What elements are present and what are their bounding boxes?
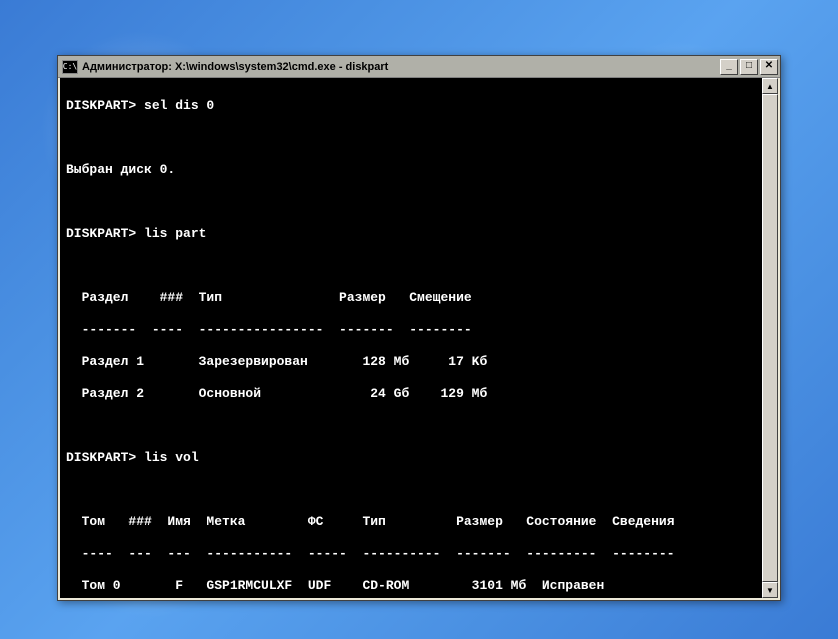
volume-row: Том 0 F GSP1RMCULXF UDF CD-ROM 3101 Mб И… bbox=[66, 578, 772, 594]
scroll-track[interactable] bbox=[762, 94, 778, 582]
terminal-output[interactable]: DISKPART> sel dis 0 Выбран диск 0. DISKP… bbox=[60, 78, 778, 598]
prompt: DISKPART> bbox=[66, 226, 136, 241]
scroll-up-button[interactable]: ▲ bbox=[762, 78, 778, 94]
partition-hr: ------- ---- ---------------- ------- --… bbox=[66, 322, 772, 338]
cmd-lis-vol: lis vol bbox=[136, 450, 198, 465]
window-title: Администратор: X:\windows\system32\cmd.e… bbox=[82, 61, 720, 73]
maximize-button[interactable]: □ bbox=[740, 59, 758, 75]
partition-row: Раздел 2 Основной 24 Gб 129 Mб bbox=[66, 386, 772, 402]
cmd-icon: C:\ bbox=[62, 60, 78, 74]
cmd-sel-dis: sel dis 0 bbox=[136, 98, 214, 113]
scroll-thumb[interactable] bbox=[762, 94, 778, 582]
titlebar[interactable]: C:\ Администратор: X:\windows\system32\c… bbox=[58, 56, 780, 78]
close-button[interactable]: ✕ bbox=[760, 59, 778, 75]
vertical-scrollbar[interactable]: ▲ ▼ bbox=[762, 78, 778, 598]
output-line: Выбран диск 0. bbox=[66, 162, 772, 178]
volume-header: Том ### Имя Метка ФС Тип Размер Состояни… bbox=[66, 514, 772, 530]
prompt: DISKPART> bbox=[66, 98, 136, 113]
volume-hr: ---- --- --- ----------- ----- ---------… bbox=[66, 546, 772, 562]
scroll-down-button[interactable]: ▼ bbox=[762, 582, 778, 598]
prompt: DISKPART> bbox=[66, 450, 136, 465]
minimize-button[interactable]: _ bbox=[720, 59, 738, 75]
partition-header: Раздел ### Тип Размер Смещение bbox=[66, 290, 772, 306]
partition-row: Раздел 1 Зарезервирован 128 Mб 17 Kб bbox=[66, 354, 772, 370]
cmd-window: C:\ Администратор: X:\windows\system32\c… bbox=[57, 55, 781, 601]
cmd-lis-part: lis part bbox=[136, 226, 206, 241]
